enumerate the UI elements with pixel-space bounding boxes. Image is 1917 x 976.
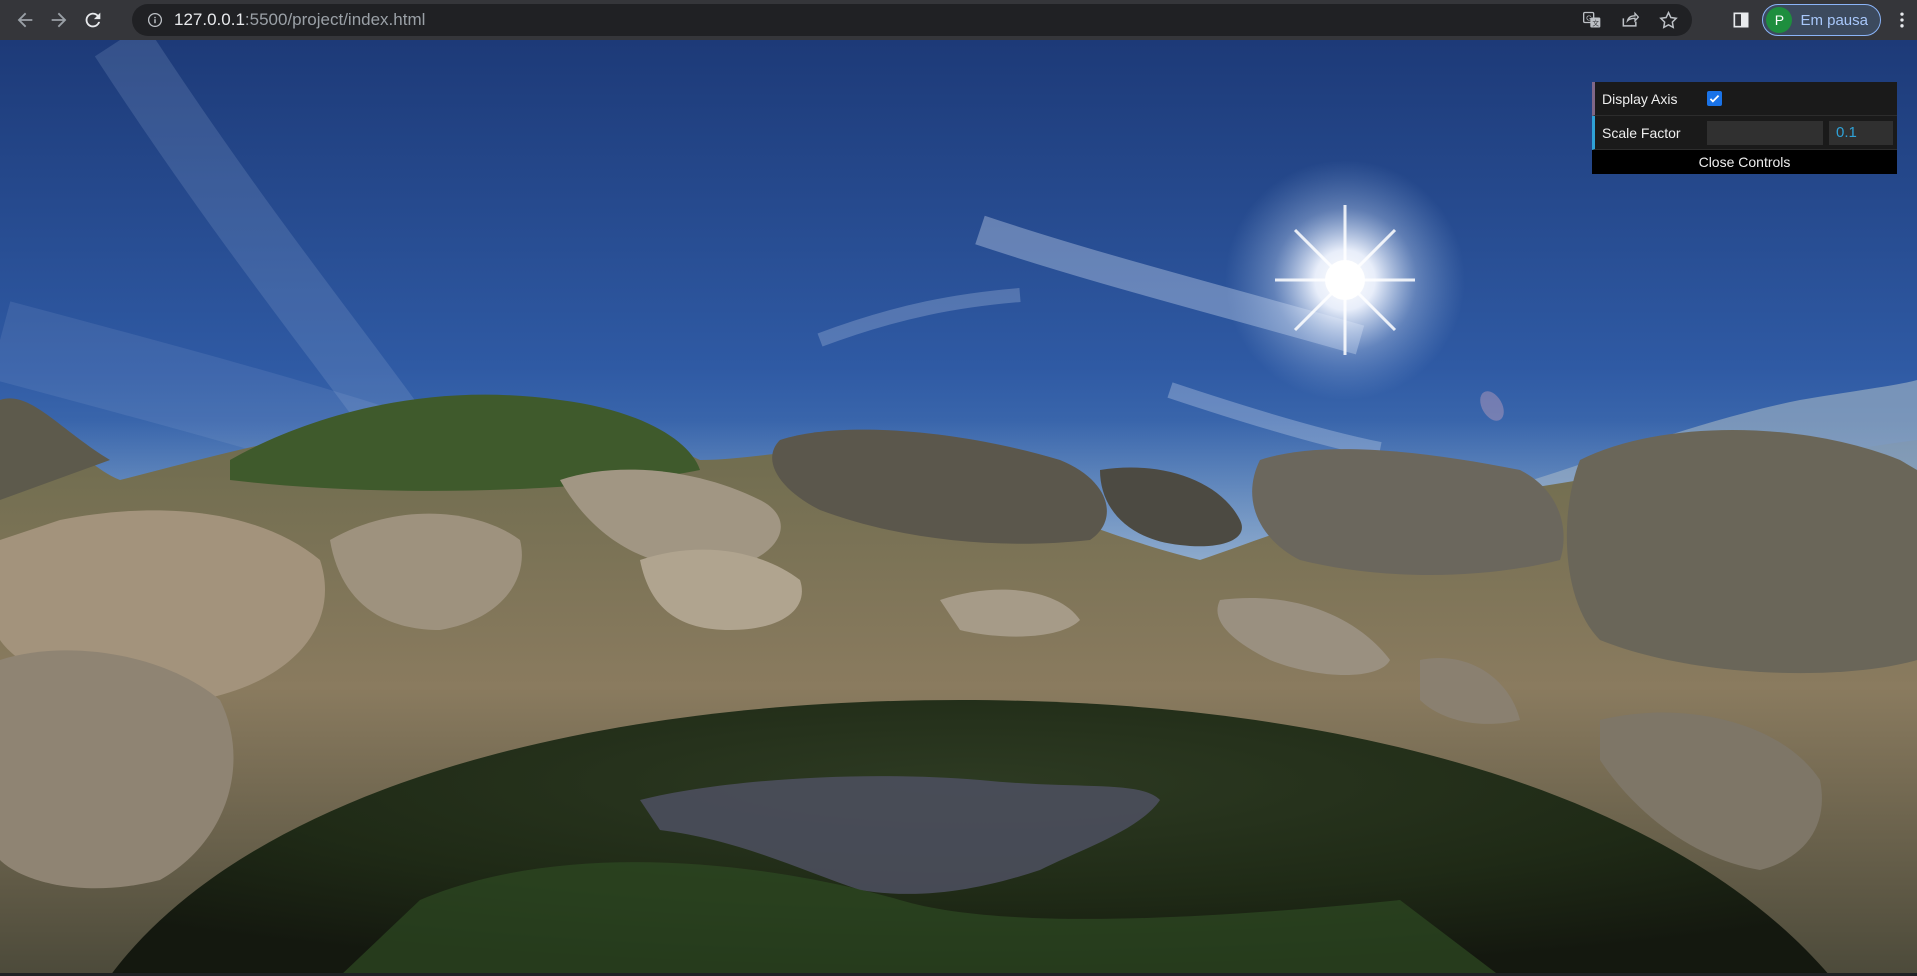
toolbar-right: P Em pausa: [1726, 0, 1917, 40]
scale-factor-label: Scale Factor: [1602, 124, 1681, 141]
reload-button[interactable]: [76, 3, 110, 37]
url-host: 127.0.0.1: [174, 10, 245, 29]
scale-factor-slider[interactable]: [1707, 120, 1823, 145]
reload-icon: [85, 12, 101, 28]
close-controls-button[interactable]: Close Controls: [1592, 150, 1897, 174]
address-bar[interactable]: 127.0.0.1:5500/project/index.html G文: [132, 4, 1692, 36]
display-axis-row[interactable]: Display Axis: [1592, 82, 1897, 116]
checkmark-icon: [1709, 95, 1720, 103]
profile-status: Em pausa: [1800, 11, 1868, 29]
display-axis-checkbox[interactable]: [1707, 91, 1722, 106]
scale-factor-input[interactable]: 0.1: [1829, 120, 1893, 145]
forward-arrow-icon: [51, 12, 67, 28]
info-icon[interactable]: [146, 11, 164, 29]
back-arrow-icon: [17, 12, 33, 28]
url-path: :5500/project/index.html: [244, 10, 426, 29]
scale-factor-row: Scale Factor 0.1: [1592, 116, 1897, 150]
url-text[interactable]: 127.0.0.1:5500/project/index.html: [174, 10, 425, 30]
translate-icon[interactable]: G文: [1580, 8, 1604, 32]
omnibox-actions: G文: [1580, 4, 1680, 36]
kebab-menu-icon[interactable]: [1887, 5, 1917, 35]
browser-toolbar: 127.0.0.1:5500/project/index.html G文 P E…: [0, 0, 1917, 40]
back-button[interactable]: [8, 3, 42, 37]
forward-button[interactable]: [42, 3, 76, 37]
panorama-scene: [0, 40, 1917, 976]
display-axis-label: Display Axis: [1602, 90, 1678, 107]
profile-button[interactable]: P Em pausa: [1762, 4, 1881, 36]
star-icon[interactable]: [1656, 8, 1680, 32]
share-icon[interactable]: [1618, 8, 1642, 32]
avatar: P: [1766, 7, 1793, 33]
dat-gui-panel: Display Axis Scale Factor 0.1 Close Cont…: [1592, 82, 1897, 174]
webgl-canvas[interactable]: Display Axis Scale Factor 0.1 Close Cont…: [0, 40, 1917, 976]
svg-text:文: 文: [1592, 18, 1599, 27]
side-panel-icon[interactable]: [1726, 5, 1756, 35]
